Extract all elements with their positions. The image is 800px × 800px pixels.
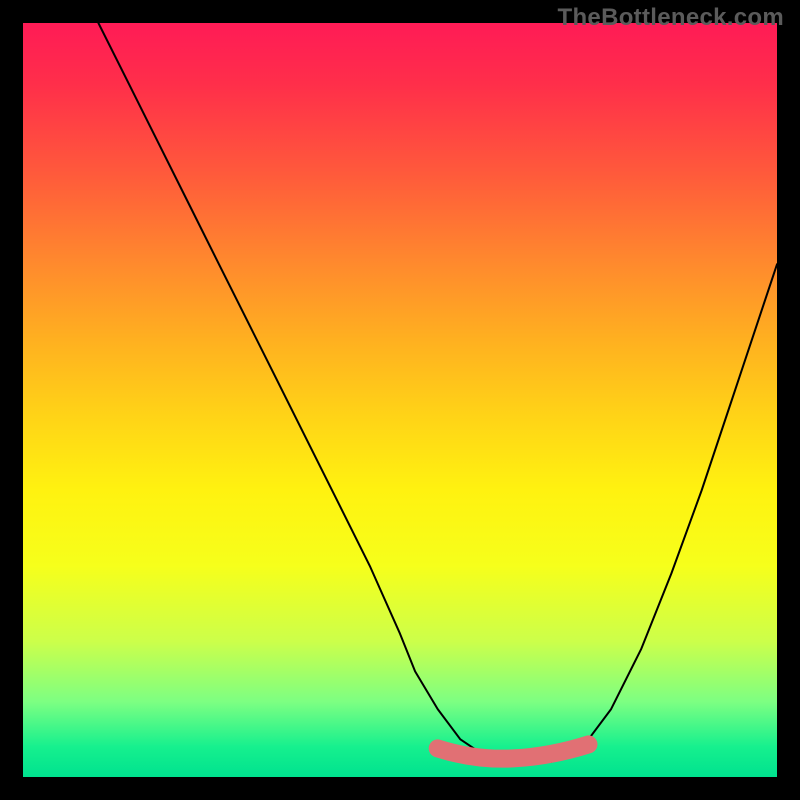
curve-path [98,23,777,762]
chart-frame: TheBottleneck.com [0,0,800,800]
watermark-text: TheBottleneck.com [558,4,784,32]
chart-svg [23,23,777,777]
highlight-path [438,744,589,758]
plot-area [23,23,777,777]
